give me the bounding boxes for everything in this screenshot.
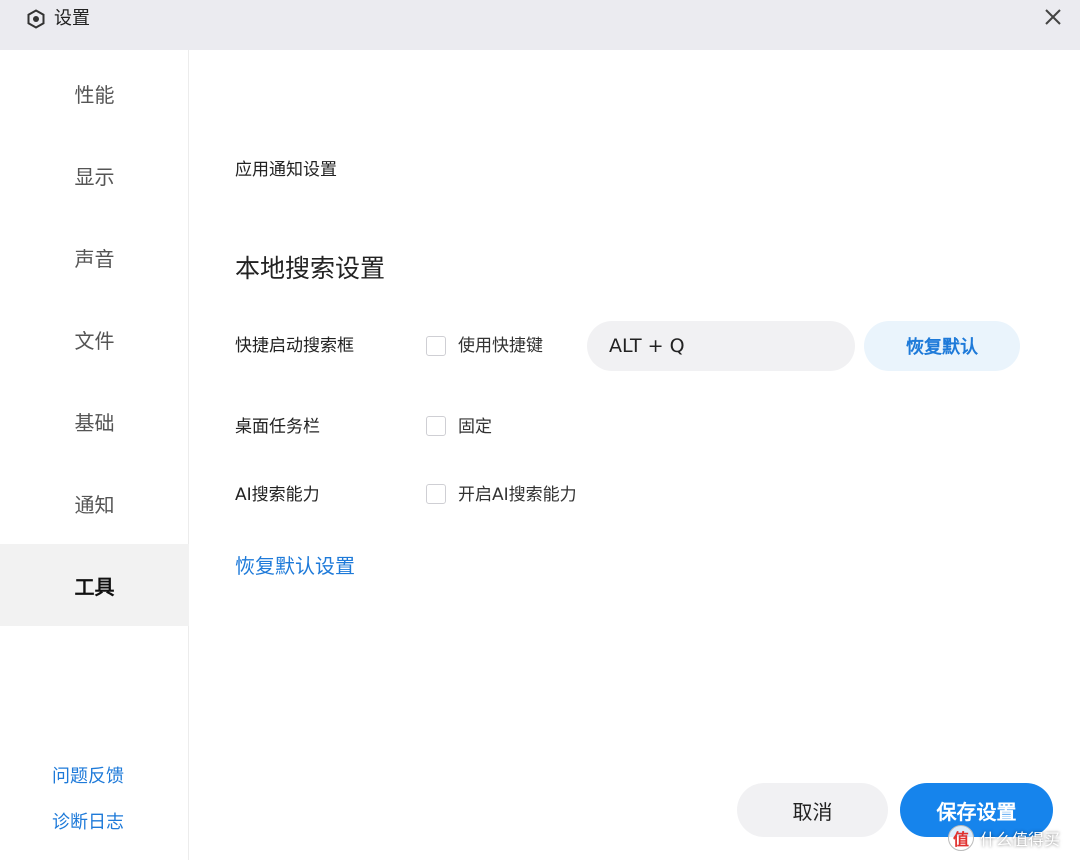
sidebar-item-tools[interactable]: 工具 [0,544,189,626]
pin-taskbar-label: 固定 [458,417,492,437]
taskbar-label: 桌面任务栏 [235,417,320,437]
sidebar-item-files[interactable]: 文件 [0,298,189,380]
reset-shortcut-button[interactable]: 恢复默认 [864,321,1020,371]
shortcut-key-value: ALT + Q [609,335,685,357]
ai-search-label: AI搜索能力 [235,485,320,505]
sidebar-item-performance[interactable]: 性能 [0,52,189,134]
sidebar: 性能 显示 声音 文件 基础 通知 工具 问题反馈 诊断日志 [0,50,189,860]
app-notification-heading: 应用通知设置 [235,160,337,180]
close-icon [1044,8,1062,30]
diagnostics-log-link[interactable]: 诊断日志 [52,812,124,834]
cancel-button[interactable]: 取消 [737,783,888,837]
window-title: 设置 [54,8,90,29]
sidebar-item-basic[interactable]: 基础 [0,380,189,462]
restore-defaults-link[interactable]: 恢复默认设置 [235,554,355,578]
use-shortcut-checkbox[interactable] [426,336,446,356]
sidebar-item-notifications[interactable]: 通知 [0,462,189,544]
quick-launch-label: 快捷启动搜索框 [235,336,354,356]
shortcut-key-input[interactable]: ALT + Q [587,321,855,371]
sidebar-item-sound[interactable]: 声音 [0,216,189,298]
settings-content: 应用通知设置 本地搜索设置 快捷启动搜索框 使用快捷键 ALT + Q 恢复默认… [190,50,1080,860]
enable-ai-search-checkbox[interactable] [426,484,446,504]
close-button[interactable] [1040,6,1066,32]
title-bar: 设置 [0,0,1080,50]
watermark: 值 什么值得买 [948,822,1060,854]
use-shortcut-label: 使用快捷键 [458,336,543,356]
settings-hexagon-icon [26,9,46,29]
watermark-logo-icon: 值 [948,825,974,851]
sidebar-item-display[interactable]: 显示 [0,134,189,216]
enable-ai-search-label: 开启AI搜索能力 [458,485,577,505]
pin-taskbar-checkbox[interactable] [426,416,446,436]
feedback-link[interactable]: 问题反馈 [52,766,124,788]
watermark-text: 什么值得买 [980,830,1061,849]
local-search-heading: 本地搜索设置 [235,254,386,283]
